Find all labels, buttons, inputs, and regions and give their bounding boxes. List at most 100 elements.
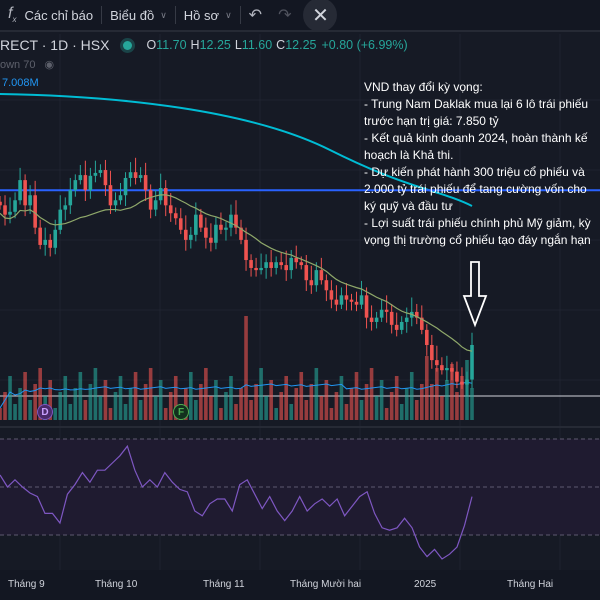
candle [460,381,464,385]
eye-off-icon[interactable]: ◉ [45,59,55,71]
x-tick: Tháng Hai [507,579,554,590]
volume-bar [384,408,389,420]
candle [153,200,158,210]
volume-bar [93,368,98,420]
candle [128,172,133,178]
volume-bar [419,384,424,420]
volume-bar [279,392,283,420]
symbol-title[interactable]: RECT · 1D · HSX [0,37,109,53]
annotation-text[interactable]: VND thay đổi kỳ vọng: - Trung Nam Daklak… [364,79,600,249]
volume-bar [359,400,364,420]
candle [8,211,12,215]
volume-bar [354,372,359,420]
volume-bar [224,392,228,420]
candle [249,260,253,268]
volume-bar [63,376,68,420]
candle [78,175,83,181]
volume-bar [98,396,103,420]
volume-bar [189,372,193,420]
volume-bar [399,404,404,420]
pane-separator [0,426,600,428]
candle [93,172,98,176]
volume-bar [209,396,213,420]
volume-bar [334,392,339,420]
candle [369,317,374,322]
volume-bar [409,372,414,420]
volume-bar [83,400,88,420]
candle [465,379,469,385]
candle [113,200,118,206]
candle [254,267,258,271]
rsi-band [0,439,600,535]
candle [264,262,268,268]
volume-bar [249,400,253,420]
candle [394,324,399,330]
candle [108,185,113,206]
volume-bar [8,376,12,420]
volume-bar [113,392,118,420]
candle [83,175,88,191]
candle [425,329,429,345]
open-value: 11.70 [156,38,187,52]
candle [404,317,409,322]
volume-bar [435,368,439,420]
candle [53,229,58,248]
volume-bar [103,380,108,420]
candle [244,239,248,261]
candle [435,360,439,366]
volume-bar [53,408,58,420]
volume-bar [299,372,304,420]
candle [148,190,153,210]
volume-bar [324,380,329,420]
volume-bar [349,388,354,420]
candle [259,267,263,271]
candle [364,295,369,318]
volume-bar [219,408,223,420]
x-tick: Tháng 9 [8,579,45,590]
candle [133,172,138,178]
candle [389,311,394,325]
candle [98,170,103,173]
volume-bar [455,392,459,420]
volume-bar [264,396,268,420]
volume-bar [168,392,173,420]
candle [209,237,213,243]
volume-bar [163,408,168,420]
candle [229,214,233,228]
financials-event-badge[interactable]: F [173,404,189,420]
volume-bar [28,400,32,420]
candle [304,265,309,281]
volume-bar [374,396,379,420]
candle [279,262,283,266]
volume-bar [133,372,138,420]
volume-bar [194,400,198,420]
volume-bar [339,376,344,420]
dividend-event-badge[interactable]: D [37,404,53,420]
volume-bar [13,404,17,420]
candle [158,188,163,201]
volume-ma-value: 7.008M [2,77,39,89]
volume-bar [229,376,233,420]
candle [173,213,178,219]
x-tick: Tháng Mười hai [290,579,362,590]
candle [3,205,7,215]
indicator-legend: own 70 ◉ [0,58,54,71]
candle [274,262,278,268]
volume-bar [204,368,208,420]
candle [118,195,123,201]
change-value: +0.80 (+6.99%) [321,38,408,52]
candle [445,368,449,371]
volume-bar [118,376,123,420]
volume-bar [254,384,258,420]
candle [379,309,384,318]
candle [470,345,474,380]
high-value: 12.25 [199,38,231,52]
candle [214,224,218,243]
volume-bar [153,396,158,420]
volume-bar [289,404,294,420]
volume-bar [309,384,314,420]
candle [183,229,188,240]
candle [219,224,223,230]
candle [63,205,68,210]
volume-bar [259,368,263,420]
